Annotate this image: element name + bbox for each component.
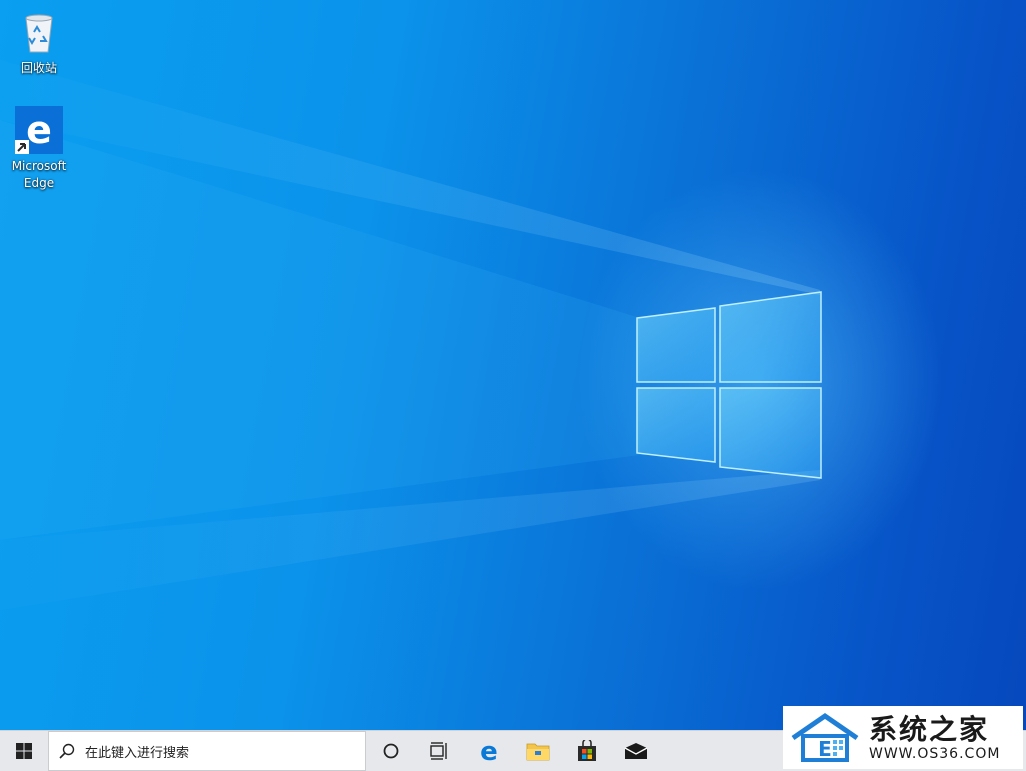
watermark-url: WWW.OS36.COM	[869, 745, 1001, 762]
watermark-logo: E 系统之家 WWW.OS36.COM	[783, 706, 1023, 769]
taskbar-search-box[interactable]: 在此键入进行搜索	[48, 731, 366, 771]
wallpaper-windows-logo	[0, 60, 822, 610]
recycle-bin-label: 回收站	[20, 61, 57, 75]
taskbar-task-view-button[interactable]	[415, 731, 464, 771]
folder-icon	[526, 743, 549, 761]
store-icon	[577, 740, 596, 761]
house-logo-icon: E	[791, 712, 859, 762]
watermark-text: 系统之家 WWW.OS36.COM	[869, 712, 1001, 762]
taskbar-file-explorer-button[interactable]	[513, 731, 562, 771]
mail-icon	[624, 743, 647, 759]
edge-label: Microsoft Edge	[11, 159, 67, 190]
desktop[interactable]: 回收站 e Microsoft Edge	[0, 0, 1026, 730]
svg-text:e: e	[26, 108, 52, 152]
cortana-icon	[383, 743, 398, 759]
edge-icon: e	[15, 106, 63, 154]
search-placeholder: 在此键入进行搜索	[85, 745, 190, 761]
edge-icon: e	[480, 739, 498, 763]
search-icon	[59, 743, 75, 759]
taskbar-mail-button[interactable]	[611, 731, 660, 771]
desktop-icon-edge[interactable]: e Microsoft Edge	[1, 106, 77, 192]
taskbar-edge-button[interactable]: e	[464, 731, 513, 771]
taskbar-pinned-apps: e	[366, 731, 660, 771]
recycle-bin-icon	[15, 8, 63, 56]
start-button[interactable]	[0, 731, 48, 771]
task-view-icon	[429, 742, 447, 760]
taskbar-store-button[interactable]	[562, 731, 611, 771]
windows-start-icon	[16, 743, 32, 759]
watermark-title: 系统之家	[869, 712, 990, 746]
desktop-icon-recycle-bin[interactable]: 回收站	[1, 8, 77, 77]
taskbar-cortana-button[interactable]	[366, 731, 415, 771]
svg-text:E: E	[818, 737, 832, 761]
svg-text:e: e	[480, 739, 498, 763]
